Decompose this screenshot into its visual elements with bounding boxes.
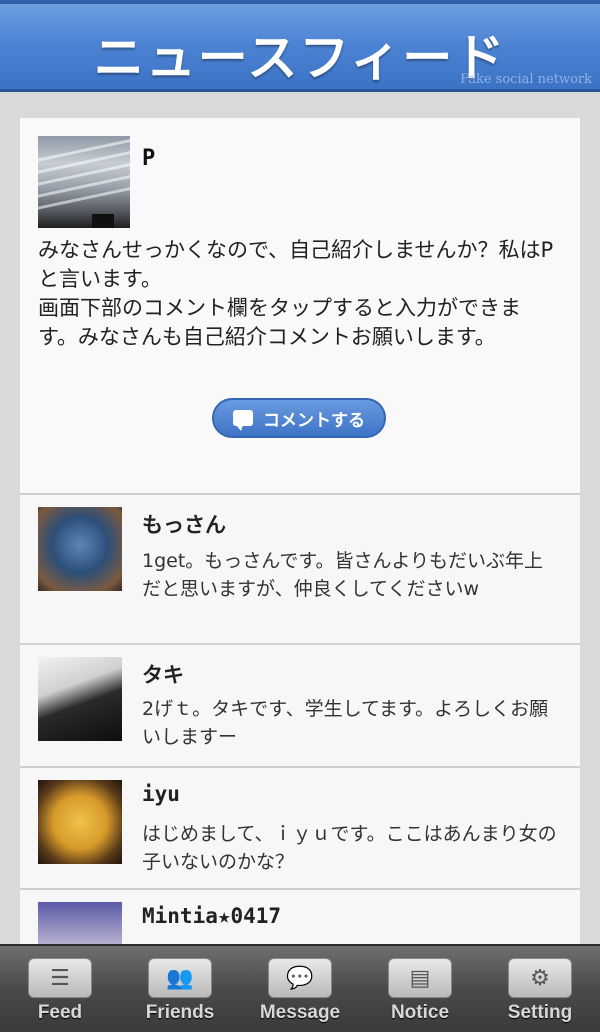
- header-bar: ニュースフィード Fake social network: [0, 0, 600, 92]
- news-feed[interactable]: P みなさんせっかくなので、自己紹介しませんか？私はPと言います。 画面下部のコ…: [20, 118, 580, 944]
- tab-friends[interactable]: 👥 Friends: [120, 946, 240, 1032]
- tab-notice[interactable]: ▤ Notice: [360, 946, 480, 1032]
- tab-setting[interactable]: ⚙ Setting: [480, 946, 600, 1032]
- avatar[interactable]: [38, 657, 122, 741]
- avatar[interactable]: [38, 902, 122, 944]
- tab-bar: ☰ Feed 👥 Friends 💬 Message ▤ Notice ⚙ Se…: [0, 944, 600, 1032]
- comment-author[interactable]: iyu: [142, 782, 180, 806]
- comment-button[interactable]: コメントする: [212, 398, 386, 438]
- comment-text: 1get。もっさんです。皆さんよりもだいぶ年上だと思いますが、仲良くしてください…: [142, 550, 544, 600]
- comment-author[interactable]: Mintia★0417: [142, 904, 281, 928]
- header-tagline: Fake social network: [460, 72, 592, 87]
- comment-item[interactable]: タキ 2げｔ。タキです、学生してます。よろしくお願いしますー: [20, 645, 580, 768]
- comment-button-label: コメントする: [263, 410, 365, 431]
- tab-label: Setting: [507, 1002, 573, 1023]
- tab-label: Message: [259, 1002, 341, 1023]
- message-icon: 💬: [268, 958, 332, 998]
- tab-feed[interactable]: ☰ Feed: [0, 946, 120, 1032]
- post-body: みなさんせっかくなので、自己紹介しませんか？私はPと言います。 画面下部のコメン…: [38, 238, 554, 349]
- feed-post: P みなさんせっかくなので、自己紹介しませんか？私はPと言います。 画面下部のコ…: [20, 118, 580, 495]
- comment-item[interactable]: もっさん 1get。もっさんです。皆さんよりもだいぶ年上だと思いますが、仲良くし…: [20, 495, 580, 645]
- feed-icon: ☰: [28, 958, 92, 998]
- tab-label: Feed: [37, 1002, 83, 1023]
- comment-item[interactable]: Mintia★0417: [20, 890, 580, 944]
- notice-icon: ▤: [388, 958, 452, 998]
- comment-item[interactable]: iyu はじめまして、ｉｙｕです。ここはあんまり女の子いないのかな？: [20, 768, 580, 890]
- friends-icon: 👥: [148, 958, 212, 998]
- comment-text: 2げｔ。タキです、学生してます。よろしくお願いしますー: [142, 698, 549, 748]
- comment-text: はじめまして、ｉｙｕです。ここはあんまり女の子いないのかな？: [142, 823, 557, 873]
- comment-author[interactable]: タキ: [142, 659, 184, 689]
- avatar[interactable]: [38, 136, 130, 228]
- tab-label: Notice: [390, 1002, 450, 1023]
- post-author[interactable]: P: [142, 146, 155, 171]
- comment-author[interactable]: もっさん: [142, 509, 226, 539]
- speech-bubble-icon: [233, 410, 253, 431]
- setting-icon: ⚙: [508, 958, 572, 998]
- tab-message[interactable]: 💬 Message: [240, 946, 360, 1032]
- tab-label: Friends: [145, 1002, 215, 1023]
- avatar[interactable]: [38, 507, 122, 591]
- avatar[interactable]: [38, 780, 122, 864]
